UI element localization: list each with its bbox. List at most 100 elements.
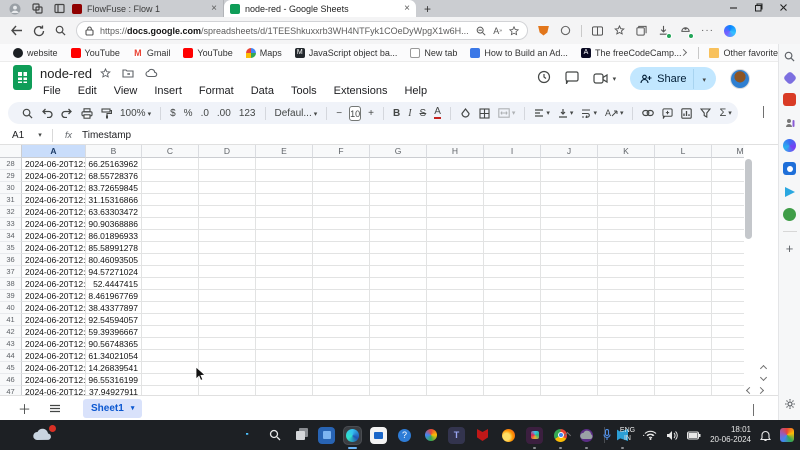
cell-A46[interactable]: 2024-06-20T12: <box>22 374 86 386</box>
star-icon[interactable] <box>100 68 111 82</box>
cell-D35[interactable] <box>199 242 256 254</box>
cell-I41[interactable] <box>484 314 541 326</box>
cell-J42[interactable] <box>541 326 598 338</box>
cell-A35[interactable]: 2024-06-20T12: <box>22 242 86 254</box>
cell-F44[interactable] <box>313 350 370 362</box>
cell-C40[interactable] <box>142 302 199 314</box>
cell-M32[interactable] <box>712 206 744 218</box>
row-header-35[interactable]: 35 <box>0 242 22 254</box>
cell-M41[interactable] <box>712 314 744 326</box>
cell-I46[interactable] <box>484 374 541 386</box>
cell-M46[interactable] <box>712 374 744 386</box>
decrease-font-button[interactable]: − <box>336 108 342 119</box>
cell-A42[interactable]: 2024-06-20T12: <box>22 326 86 338</box>
cell-C46[interactable] <box>142 374 199 386</box>
column-header-H[interactable]: H <box>427 145 484 158</box>
cell-M31[interactable] <box>712 194 744 206</box>
bookmark-gmail[interactable]: MGmail <box>133 48 171 58</box>
cell-J39[interactable] <box>541 290 598 302</box>
cell-B32[interactable]: 63.63303472 <box>86 206 142 218</box>
help-icon[interactable]: ? <box>396 427 413 444</box>
cell-D29[interactable] <box>199 170 256 182</box>
cell-E35[interactable] <box>256 242 313 254</box>
cell-K33[interactable] <box>598 218 655 230</box>
cell-D41[interactable] <box>199 314 256 326</box>
cell-C31[interactable] <box>142 194 199 206</box>
cell-J46[interactable] <box>541 374 598 386</box>
cell-G46[interactable] <box>370 374 427 386</box>
cell-A38[interactable]: 2024-06-20T12: <box>22 278 86 290</box>
cell-J40[interactable] <box>541 302 598 314</box>
row-header-47[interactable]: 47 <box>0 386 22 395</box>
row-header-45[interactable]: 45 <box>0 362 22 374</box>
cell-E39[interactable] <box>256 290 313 302</box>
sidebar-shopping-icon[interactable] <box>782 71 796 85</box>
cell-M40[interactable] <box>712 302 744 314</box>
cell-E33[interactable] <box>256 218 313 230</box>
cell-H47[interactable] <box>427 386 484 395</box>
cell-L31[interactable] <box>655 194 712 206</box>
cell-E30[interactable] <box>256 182 313 194</box>
cell-K30[interactable] <box>598 182 655 194</box>
row-header-38[interactable]: 38 <box>0 278 22 290</box>
bookmark-freecodecamp[interactable]: AThe freeCodeCamp... <box>581 48 682 58</box>
cell-A37[interactable]: 2024-06-20T12: <box>22 266 86 278</box>
menu-view[interactable]: View <box>109 84 143 98</box>
cell-H44[interactable] <box>427 350 484 362</box>
cell-F43[interactable] <box>313 338 370 350</box>
downloads-icon[interactable] <box>657 24 670 37</box>
cell-K45[interactable] <box>598 362 655 374</box>
avatar[interactable] <box>730 69 750 89</box>
cell-J44[interactable] <box>541 350 598 362</box>
cell-H31[interactable] <box>427 194 484 206</box>
cell-D30[interactable] <box>199 182 256 194</box>
cell-E47[interactable] <box>256 386 313 395</box>
decrease-decimal-button[interactable]: .0 <box>201 108 209 119</box>
scroll-buttons[interactable] <box>761 366 766 380</box>
cell-H30[interactable] <box>427 182 484 194</box>
cell-L30[interactable] <box>655 182 712 194</box>
cell-I42[interactable] <box>484 326 541 338</box>
cell-F38[interactable] <box>313 278 370 290</box>
column-header-M[interactable]: M <box>712 145 744 158</box>
firefox-icon[interactable] <box>500 427 517 444</box>
cell-H40[interactable] <box>427 302 484 314</box>
lock-icon[interactable] <box>85 26 94 36</box>
sidebar-tools-icon[interactable] <box>783 93 796 106</box>
tab-close-icon[interactable]: × <box>211 3 217 14</box>
cell-L36[interactable] <box>655 254 712 266</box>
cell-D46[interactable] <box>199 374 256 386</box>
bookmark-new-tab[interactable]: New tab <box>410 48 457 58</box>
cell-D43[interactable] <box>199 338 256 350</box>
cell-B44[interactable]: 61.34021054 <box>86 350 142 362</box>
cell-G32[interactable] <box>370 206 427 218</box>
cell-B38[interactable]: 52.4447415 <box>86 278 142 290</box>
cell-I38[interactable] <box>484 278 541 290</box>
cell-I40[interactable] <box>484 302 541 314</box>
cell-C41[interactable] <box>142 314 199 326</box>
cell-C38[interactable] <box>142 278 199 290</box>
weather-widget[interactable] <box>32 427 54 443</box>
version-history-icon[interactable] <box>537 70 551 87</box>
row-header-34[interactable]: 34 <box>0 230 22 242</box>
column-header-G[interactable]: G <box>370 145 427 158</box>
column-header-B[interactable]: B <box>86 145 142 158</box>
cell-J36[interactable] <box>541 254 598 266</box>
insert-chart-icon[interactable] <box>681 108 692 119</box>
favorite-star-icon[interactable] <box>509 26 519 36</box>
cell-J38[interactable] <box>541 278 598 290</box>
workspaces-icon[interactable] <box>30 2 44 16</box>
row-header-29[interactable]: 29 <box>0 170 22 182</box>
cell-B46[interactable]: 96.55316199 <box>86 374 142 386</box>
cell-I45[interactable] <box>484 362 541 374</box>
bold-button[interactable]: B <box>393 108 400 119</box>
cell-E40[interactable] <box>256 302 313 314</box>
bookmark-youtube[interactable]: YouTube <box>71 48 120 58</box>
teams-icon[interactable]: T <box>448 427 465 444</box>
cell-A45[interactable]: 2024-06-20T12: <box>22 362 86 374</box>
cell-C35[interactable] <box>142 242 199 254</box>
cell-F31[interactable] <box>313 194 370 206</box>
cell-G28[interactable] <box>370 158 427 170</box>
sheet-tab-sheet1[interactable]: Sheet1▾ <box>83 399 142 418</box>
cell-C43[interactable] <box>142 338 199 350</box>
